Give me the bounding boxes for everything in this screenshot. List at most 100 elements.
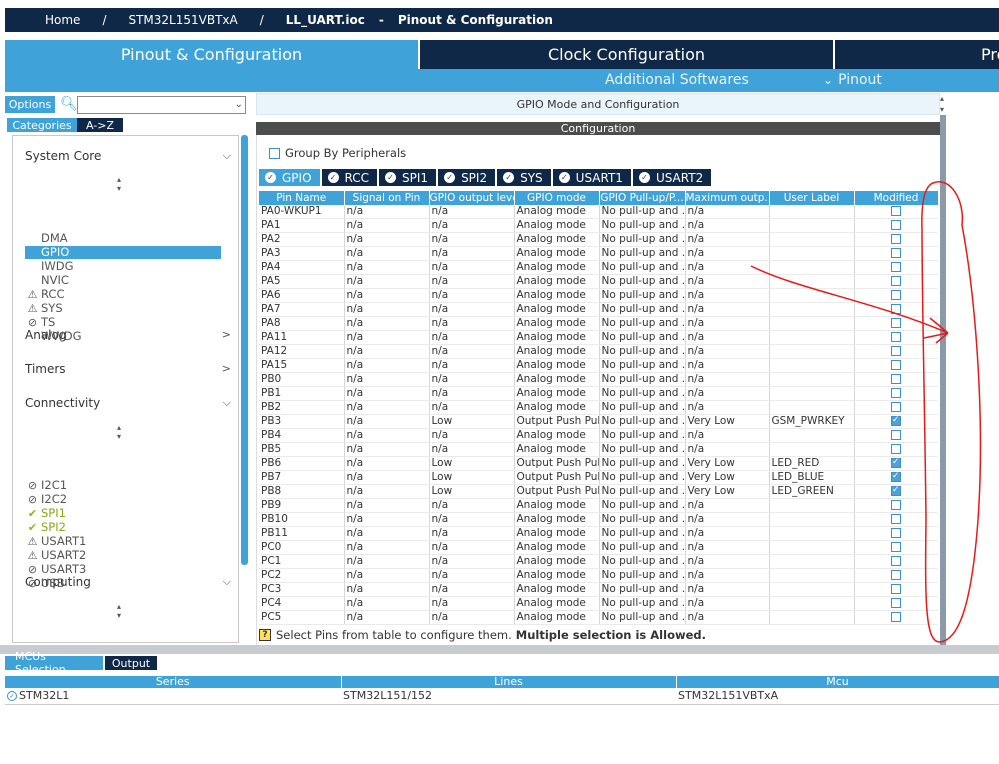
modified-checkbox[interactable] xyxy=(891,584,901,595)
table-row[interactable]: PC5 n/a n/a Analog mode No pull-up and ... n/… xyxy=(259,610,938,626)
modified-checkbox[interactable] xyxy=(891,542,901,553)
modified-checkbox[interactable] xyxy=(891,485,901,497)
panel-splitter[interactable] xyxy=(940,115,946,645)
table-row[interactable]: PB8 n/a Low Output Push Pull No pull-up and … xyxy=(259,484,938,500)
table-row[interactable]: PB7 n/a Low Output Push Pull No pull-up and … xyxy=(259,470,938,486)
table-row[interactable]: PC2 n/a n/a Analog mode No pull-up and ... n/… xyxy=(259,568,938,584)
table-row[interactable]: PB6 n/a Low Output Push Pull No pull-up and … xyxy=(259,456,938,472)
tab-pinout-configuration[interactable]: Pinout & Configuration xyxy=(5,40,418,69)
tab-project-manager[interactable]: Pro xyxy=(835,40,999,69)
sort-icon[interactable]: ▴ ▾ xyxy=(117,175,121,193)
sidebar-item-i2c2[interactable]: ⊘ I2C2 xyxy=(25,493,221,507)
modified-checkbox[interactable] xyxy=(891,332,901,343)
sidebar-item-ts[interactable]: ⊘ TS xyxy=(25,316,221,330)
group-by-checkbox[interactable] xyxy=(269,147,280,159)
table-row[interactable]: PA12 n/a n/a Analog mode No pull-up and ... n… xyxy=(259,344,938,360)
column-mcu[interactable]: Mcu xyxy=(676,676,999,688)
modified-checkbox[interactable] xyxy=(891,430,901,441)
modified-checkbox[interactable] xyxy=(891,471,901,483)
table-row[interactable]: PB4 n/a n/a Analog mode No pull-up and ... n/… xyxy=(259,428,938,444)
modified-checkbox[interactable] xyxy=(891,556,901,567)
modified-checkbox[interactable] xyxy=(891,206,901,217)
options-button[interactable]: Options xyxy=(5,96,55,113)
table-row[interactable]: PA6 n/a n/a Analog mode No pull-up and ... n/… xyxy=(259,288,938,304)
sidebar-item-usart2[interactable]: ⚠ USART2 xyxy=(25,549,221,563)
modified-checkbox[interactable] xyxy=(891,276,901,287)
sidebar-item-usart1[interactable]: ⚠ USART1 xyxy=(25,535,221,549)
sidebar-item-i2c1[interactable]: ⊘ I2C1 xyxy=(25,479,221,493)
sidebar-item-rcc[interactable]: ⚠ RCC xyxy=(25,288,221,302)
modified-checkbox[interactable] xyxy=(891,514,901,525)
sidebar-item-usb[interactable]: ⊘ USB xyxy=(25,577,221,591)
modified-checkbox[interactable] xyxy=(891,346,901,357)
sidebar-item-iwdg[interactable]: IWDG xyxy=(25,260,221,273)
table-row[interactable]: PA3 n/a n/a Analog mode No pull-up and ... n/… xyxy=(259,246,938,262)
modified-checkbox[interactable] xyxy=(891,304,901,315)
breadcrumb-home[interactable]: Home xyxy=(45,13,80,27)
column-header[interactable]: Pin Name xyxy=(259,191,345,205)
tab-peripheral-usart1[interactable]: ✓ USART1 xyxy=(552,169,631,186)
column-header[interactable]: User Label xyxy=(769,191,855,205)
table-row[interactable]: PA1 n/a n/a Analog mode No pull-up and ... n/… xyxy=(259,218,938,234)
table-row[interactable]: PC0 n/a n/a Analog mode No pull-up and ... n/… xyxy=(259,540,938,556)
table-row[interactable]: PA15 n/a n/a Analog mode No pull-up and ... n… xyxy=(259,358,938,374)
tab-peripheral-spi1[interactable]: ✓ SPI1 xyxy=(379,169,437,186)
column-header[interactable]: GPIO Pull-up/P... xyxy=(599,191,686,205)
column-header[interactable]: Modified xyxy=(854,191,938,205)
modified-checkbox[interactable] xyxy=(891,388,901,399)
column-lines[interactable]: Lines xyxy=(341,676,677,688)
modified-checkbox[interactable] xyxy=(891,598,901,609)
tab-peripheral-sys[interactable]: ✓ SYS xyxy=(497,169,551,186)
sidebar-item-spi1[interactable]: ✔ SPI1 xyxy=(25,507,221,521)
sidebar-item-spi2[interactable]: ✔ SPI2 xyxy=(25,521,221,535)
column-series[interactable]: Series xyxy=(5,676,342,688)
tree-scrollbar[interactable] xyxy=(241,135,248,565)
modified-checkbox[interactable] xyxy=(891,457,901,469)
column-header[interactable]: GPIO mode xyxy=(514,191,600,205)
modified-checkbox[interactable] xyxy=(891,234,901,245)
tab-clock-configuration[interactable]: Clock Configuration xyxy=(420,40,833,69)
table-row[interactable]: PA8 n/a n/a Analog mode No pull-up and ... n/… xyxy=(259,316,938,332)
table-row[interactable]: ✓ STM32L1 STM32L151/152 STM32L151VBTxA xyxy=(5,688,999,705)
section-connectivity[interactable]: Connectivity ⌵ xyxy=(25,396,231,410)
modified-checkbox[interactable] xyxy=(891,374,901,385)
modified-checkbox[interactable] xyxy=(891,360,901,371)
tab-mcus-selection[interactable]: MCUs Selection xyxy=(5,650,103,676)
sidebar-item-nvic[interactable]: NVIC xyxy=(25,274,221,287)
column-header[interactable]: GPIO output level xyxy=(429,191,515,205)
table-row[interactable]: PC4 n/a n/a Analog mode No pull-up and ... n/… xyxy=(259,596,938,612)
tab-peripheral-spi2[interactable]: ✓ SPI2 xyxy=(438,169,496,186)
sidebar-item-usart3[interactable]: ⊘ USART3 xyxy=(25,563,221,577)
table-row[interactable]: PA5 n/a n/a Analog mode No pull-up and ... n/… xyxy=(259,274,938,290)
table-row[interactable]: PA7 n/a n/a Analog mode No pull-up and ... n/… xyxy=(259,302,938,318)
sidebar-item-dma[interactable]: DMA xyxy=(25,232,221,245)
modified-checkbox[interactable] xyxy=(891,612,901,623)
modified-checkbox[interactable] xyxy=(891,248,901,259)
table-row[interactable]: PB0 n/a n/a Analog mode No pull-up and ... n/… xyxy=(259,372,938,388)
modified-checkbox[interactable] xyxy=(891,318,901,329)
search-icon[interactable]: 🔍︎ xyxy=(60,96,78,113)
search-input[interactable]: ⌄ xyxy=(77,96,246,114)
resize-handle-icon[interactable]: ▴ ▾ xyxy=(940,93,946,115)
table-row[interactable]: PB1 n/a n/a Analog mode No pull-up and ... n/… xyxy=(259,386,938,402)
group-by-peripherals[interactable]: Group By Peripherals xyxy=(269,146,406,160)
pinout-menu[interactable]: ⌄ Pinout xyxy=(823,72,882,88)
modified-checkbox[interactable] xyxy=(891,500,901,511)
table-row[interactable]: PB2 n/a n/a Analog mode No pull-up and ... n/… xyxy=(259,400,938,416)
bottom-splitter[interactable] xyxy=(0,645,999,654)
table-row[interactable]: PA11 n/a n/a Analog mode No pull-up and ... n… xyxy=(259,330,938,346)
tab-peripheral-usart2[interactable]: ✓ USART2 xyxy=(632,169,712,186)
table-row[interactable]: PB3 n/a Low Output Push Pull No pull-up and … xyxy=(259,414,938,430)
modified-checkbox[interactable] xyxy=(891,444,901,455)
table-row[interactable]: PC3 n/a n/a Analog mode No pull-up and ... n/… xyxy=(259,582,938,598)
tab-peripheral-gpio[interactable]: ✓ GPIO xyxy=(259,169,320,186)
sort-icon[interactable]: ▴ ▾ xyxy=(117,423,121,441)
table-row[interactable]: PB11 n/a n/a Analog mode No pull-up and ... n… xyxy=(259,526,938,542)
table-row[interactable]: PC1 n/a n/a Analog mode No pull-up and ... n/… xyxy=(259,554,938,570)
modified-checkbox[interactable] xyxy=(891,415,901,427)
table-row[interactable]: PA0-WKUP1 n/a n/a Analog mode No pull-up and… xyxy=(259,205,938,220)
chevron-down-icon[interactable]: ⌄ xyxy=(235,97,243,113)
table-row[interactable]: PB5 n/a n/a Analog mode No pull-up and ... n/… xyxy=(259,442,938,458)
table-row[interactable]: PB9 n/a n/a Analog mode No pull-up and ... n/… xyxy=(259,498,938,514)
additional-softwares-menu[interactable]: Additional Softwares xyxy=(605,72,749,88)
